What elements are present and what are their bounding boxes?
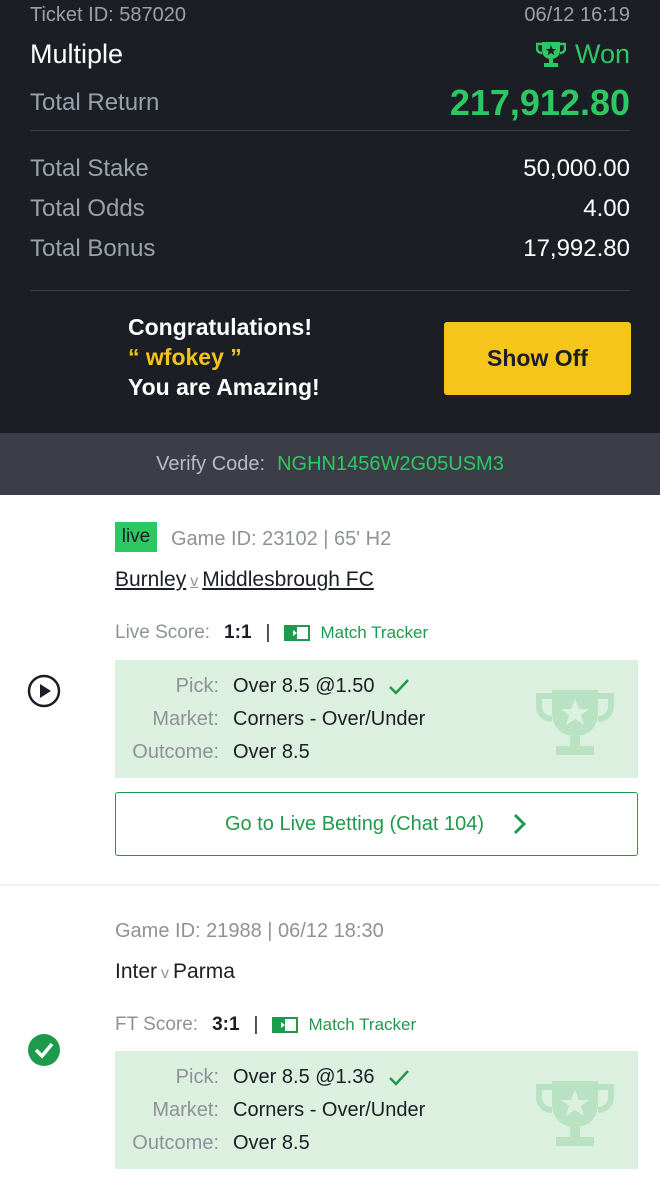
home-team[interactable]: Inter [115,960,157,983]
total-stake-row: Total Stake 50,000.00 [30,153,630,185]
score-label: Live Score: [115,622,211,643]
trophy-icon [535,42,566,67]
away-team[interactable]: Middlesbrough FC [202,568,374,591]
play-icon[interactable] [27,674,61,708]
live-badge: live [115,522,157,552]
check-icon [389,1070,410,1086]
ticket-header-row: Ticket ID: 587020 06/12 16:19 [30,2,630,28]
won-check-icon [28,1034,60,1066]
verify-code-label: Verify Code: [156,452,266,475]
match-tracker-link[interactable]: Match Tracker [272,1015,416,1035]
total-bonus-row: Total Bonus 17,992.80 [30,233,630,265]
outcome-label: Outcome: [132,1132,219,1154]
divider [30,290,630,291]
match-teams[interactable]: Inter v Parma [115,960,235,984]
pick-label: Pick: [175,1066,219,1088]
versus-label: v [161,965,170,982]
ticket-id: Ticket ID: 587020 [30,3,187,26]
pick-label: Pick: [175,675,219,697]
trophy-watermark-icon [536,690,614,755]
verify-code-bar: Verify Code: NGHN1456W2G05USM3 [0,433,660,495]
ticket-summary: Ticket ID: 587020 06/12 16:19 Multiple W… [0,0,660,433]
pick-value: Over 8.5 @1.36 [233,1066,375,1088]
match-tracker-link[interactable]: Match Tracker [284,623,428,643]
match-tracker-label: Match Tracker [320,623,429,642]
tracker-icon [284,625,311,641]
divider [30,130,630,131]
total-return-row: Total Return 217,912.80 [30,82,630,124]
event-card: Game ID: 21988 | 06/12 18:30 Inter v Parma… [0,886,660,1200]
pick-value: Over 8.5 @1.50 [233,675,375,697]
go-to-live-betting-button[interactable]: Go to Live Betting (Chat 104) [115,792,638,856]
match-tracker-label: Match Tracker [308,1015,417,1034]
outcome-label: Outcome: [132,741,219,763]
status-label: Won [574,38,630,69]
score-row: Live Score: 1:1 | Match Tracker [115,622,428,644]
bet-type: Multiple [30,38,124,69]
market-value: Corners - Over/Under [233,1099,426,1121]
total-return-value: 217,912.80 [449,82,630,123]
total-return-label: Total Return [30,89,160,116]
market-value: Corners - Over/Under [233,708,426,730]
market-label: Market: [152,1099,219,1121]
trophy-watermark-icon [536,1081,614,1146]
tracker-icon [272,1017,299,1033]
match-teams[interactable]: Burnley v Middlesbrough FC [115,568,374,592]
versus-label: v [190,573,199,590]
outcome-value: Over 8.5 [233,1132,310,1154]
ticket-datetime: 06/12 16:19 [524,3,630,26]
total-odds-label: Total Odds [30,195,145,222]
chevron-right-icon [513,813,527,835]
total-odds-value: 4.00 [583,195,630,222]
score-label: FT Score: [115,1014,199,1035]
score-row: FT Score: 3:1 | Match Tracker [115,1014,416,1036]
congrats-line: Congratulations! [128,314,312,340]
total-bonus-value: 17,992.80 [523,235,630,262]
total-bonus-label: Total Bonus [30,235,156,262]
score-value: 1:1 [224,622,252,643]
score-value: 3:1 [212,1014,240,1035]
separator: | [265,622,271,643]
status-badge: Won [535,38,630,70]
go-to-live-betting-label: Go to Live Betting (Chat 104) [224,812,485,835]
away-team[interactable]: Parma [173,960,235,983]
separator: | [253,1014,259,1035]
market-label: Market: [152,708,219,730]
total-stake-value: 50,000.00 [523,155,630,182]
total-stake-label: Total Stake [30,155,149,182]
outcome-value: Over 8.5 [233,741,310,763]
congrats-line: You are Amazing! [128,374,320,400]
game-info: Game ID: 21988 | 06/12 18:30 [115,920,384,942]
game-info: Game ID: 23102 | 65' H2 [171,528,392,550]
show-off-button[interactable]: Show Off [444,322,631,395]
check-icon [389,679,410,695]
bet-type-row: Multiple Won [30,36,630,72]
congrats-message: Congratulations! “ wfokey ” You are Amaz… [128,312,320,402]
total-odds-row: Total Odds 4.00 [30,193,630,225]
pick-details: Pick: Over 8.5 @1.36 Market: Corners - O… [115,1051,638,1169]
verify-code-value[interactable]: NGHN1456W2G05USM3 [277,453,504,476]
congrats-username: “ wfokey ” [128,344,242,370]
pick-details: Pick: Over 8.5 @1.50 Market: Corners - O… [115,660,638,778]
home-team[interactable]: Burnley [115,568,186,591]
event-card: live Game ID: 23102 | 65' H2 Burnley v Mid… [0,495,660,884]
